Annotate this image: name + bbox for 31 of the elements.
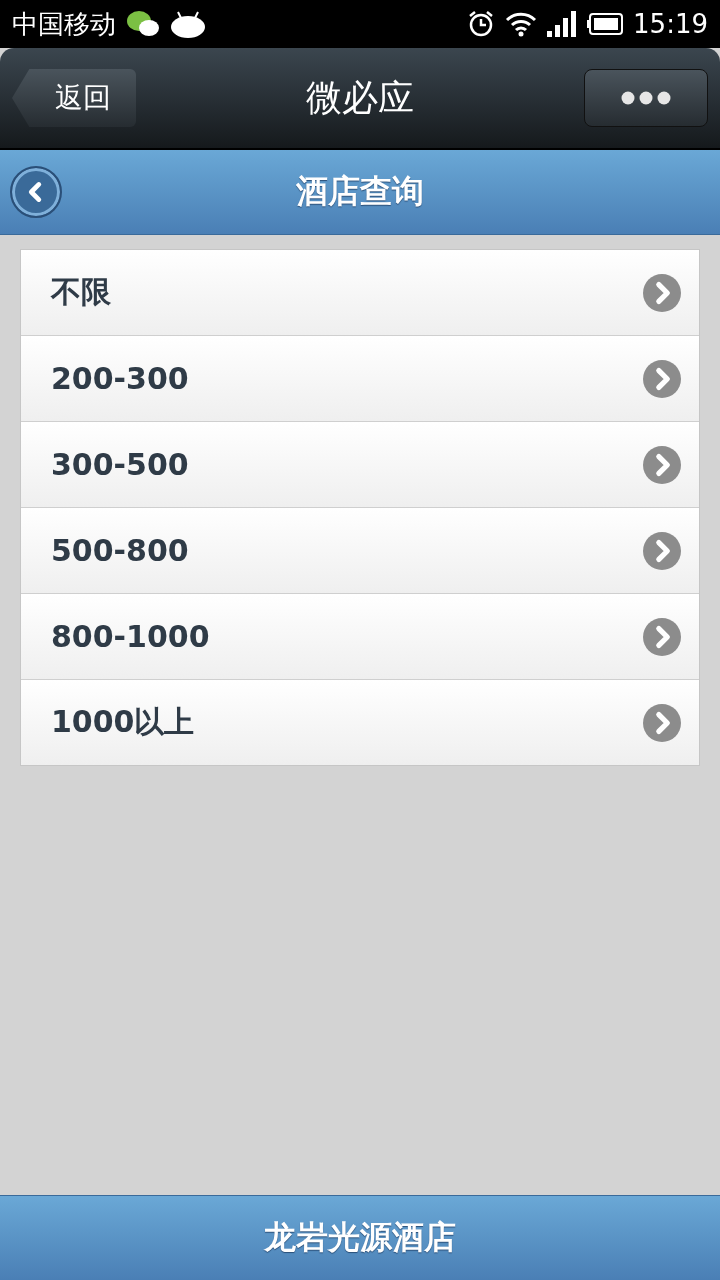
robot-icon	[170, 10, 206, 38]
price-range-item[interactable]: 200-300	[21, 335, 699, 421]
price-range-item[interactable]: 300-500	[21, 421, 699, 507]
page-title: 酒店查询	[296, 171, 424, 212]
app-title: 微必应	[306, 75, 414, 120]
chevron-right-icon	[643, 617, 681, 656]
wifi-icon	[505, 11, 538, 37]
chat-bubbles-icon	[126, 10, 160, 38]
carrier-name: 中国移动	[12, 7, 116, 41]
more-icon	[621, 91, 671, 105]
chevron-right-icon	[643, 531, 681, 570]
chevron-right-icon	[643, 703, 681, 742]
more-button[interactable]	[584, 69, 708, 127]
price-range-item[interactable]: 500-800	[21, 507, 699, 593]
back-button[interactable]: 返回	[12, 69, 136, 127]
price-range-label: 800-1000	[51, 619, 211, 654]
chevron-right-icon	[643, 273, 681, 312]
price-range-item[interactable]: 800-1000	[21, 593, 699, 679]
price-range-label: 500-800	[51, 533, 190, 568]
signal-icon	[547, 11, 578, 37]
battery-icon	[587, 13, 624, 35]
price-range-label: 200-300	[51, 361, 190, 396]
hotel-name: 龙岩光源酒店	[264, 1217, 456, 1258]
chevron-right-icon	[643, 445, 681, 484]
chevron-right-icon	[643, 359, 681, 398]
price-range-label: 不限	[51, 273, 112, 311]
back-button[interactable]	[10, 166, 62, 218]
price-range-item[interactable]: 1000以上	[21, 679, 699, 765]
price-range-label: 1000以上	[51, 703, 196, 741]
clock-time: 15:19	[633, 9, 708, 39]
price-range-label: 300-500	[51, 447, 190, 482]
